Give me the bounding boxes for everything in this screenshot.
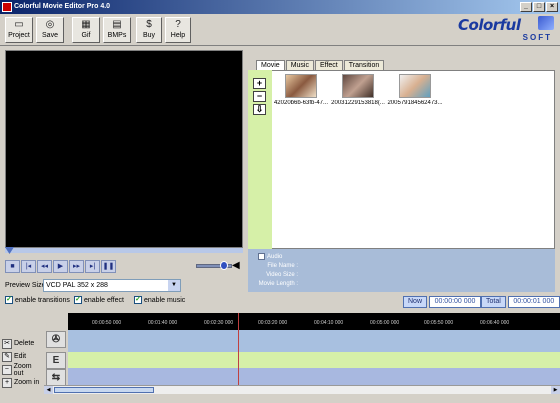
preview-size-label: Preview Size [5, 282, 46, 289]
total-value: 00:00:01 000 [507, 296, 560, 308]
close-button[interactable]: × [546, 2, 558, 12]
scroll-left-icon[interactable]: ◀ [44, 386, 53, 394]
playback-controls: ■ |◂ ◂◂ ▶ ▸▸ ▸| ❚❚ [5, 260, 116, 274]
zoom-in-button[interactable]: + Zoom in [2, 377, 39, 388]
scroll-right-icon[interactable]: ▶ [551, 386, 560, 394]
title-bar: Colorful Movie Editor Pro 4.0 _ □ × [0, 0, 560, 14]
next-button[interactable]: ▸| [85, 260, 100, 273]
audio-checkbox[interactable]: Audio [258, 253, 282, 260]
timeline-ruler[interactable]: 00:00:50 000 00:01:40 000 00:02:30 000 0… [68, 313, 560, 330]
logo-mark-icon [538, 16, 554, 30]
video-size-label: Video Size : [266, 272, 298, 278]
gif-icon: ▦ [81, 19, 91, 30]
preview-size-select[interactable]: VCD PAL 352 x 288 ▼ [43, 279, 181, 292]
help-icon: ? [175, 19, 181, 30]
project-icon: ▭ [14, 19, 24, 30]
project-button[interactable]: ▭ Project [5, 17, 33, 43]
volume-knob[interactable] [220, 261, 228, 270]
options-row: ✓ enable transitions ✓ enable effect ✓ e… [5, 296, 245, 308]
gif-button[interactable]: ▦ Gif [72, 17, 100, 43]
stop-button[interactable]: ■ [5, 260, 20, 273]
media-thumbnail [285, 74, 317, 98]
transition-track[interactable] [68, 368, 560, 385]
now-label: Now [403, 296, 428, 308]
media-tabs: Movie Music Effect Transition [256, 60, 385, 70]
zoom-out-button[interactable]: − Zoom out [2, 363, 42, 377]
now-time: Now 00:00:00 000 [403, 296, 482, 308]
timeline-actions: ✂ Delete ✎ Edit − Zoom out + Zoom in [0, 310, 42, 400]
scrollbar-thumb[interactable] [54, 387, 154, 393]
media-thumbnail [399, 74, 431, 98]
enable-transitions-checkbox[interactable]: ✓ enable transitions [5, 296, 70, 304]
checkmark-icon: ✓ [74, 296, 82, 304]
tab-transition[interactable]: Transition [343, 60, 385, 70]
zoom-in-icon: + [2, 377, 12, 388]
total-label: Total [481, 296, 506, 308]
zoom-out-icon: − [2, 364, 12, 375]
film-reel-icon: ✇ [46, 331, 66, 348]
media-info-panel: Audio File Name : Video Size : Movie Len… [248, 249, 555, 292]
timeline-scrollbar[interactable]: ◀ ▶ [44, 385, 560, 394]
previous-button[interactable]: |◂ [21, 260, 36, 273]
rewind-button[interactable]: ◂◂ [37, 260, 52, 273]
transition-track-icon: ⇆ [46, 369, 66, 386]
window-controls: _ □ × [520, 2, 558, 12]
playhead[interactable] [238, 313, 239, 385]
main-toolbar: ▭ Project ◎ Save ▦ Gif ▤ BMPs $ Buy ? He… [0, 14, 560, 46]
save-icon: ◎ [45, 19, 55, 30]
media-sidebar: + − ⇩ [248, 70, 272, 249]
total-time: Total 00:00:01 000 [481, 296, 560, 308]
movie-length-label: Movie Length : [258, 281, 298, 287]
effect-track-icon: E [46, 352, 66, 369]
minimize-button[interactable]: _ [520, 2, 532, 12]
checkmark-icon: ✓ [5, 296, 13, 304]
media-item[interactable]: 20031229153818(... [329, 74, 387, 106]
effect-track[interactable] [68, 352, 560, 368]
play-button[interactable]: ▶ [53, 260, 68, 273]
remove-media-button[interactable]: − [253, 91, 266, 102]
edit-button[interactable]: ✎ Edit [2, 351, 26, 362]
scissors-icon: ✂ [2, 338, 12, 349]
window-title: Colorful Movie Editor Pro 4.0 [14, 3, 111, 10]
checkmark-icon: ✓ [134, 296, 142, 304]
chevron-down-icon[interactable]: ▼ [168, 280, 180, 291]
help-button[interactable]: ? Help [165, 17, 191, 43]
dollar-icon: $ [146, 19, 152, 30]
media-item[interactable]: 42020b6b-63fb-47... [272, 74, 330, 106]
seek-bar[interactable] [5, 247, 243, 254]
tab-music[interactable]: Music [285, 60, 314, 70]
add-media-button[interactable]: + [253, 78, 266, 89]
bmps-button[interactable]: ▤ BMPs [103, 17, 131, 43]
save-button[interactable]: ◎ Save [36, 17, 64, 43]
bmps-icon: ▤ [112, 19, 122, 30]
add-to-timeline-button[interactable]: ⇩ [253, 104, 266, 115]
media-thumbnail [342, 74, 374, 98]
video-track[interactable] [68, 330, 560, 352]
enable-effect-checkbox[interactable]: ✓ enable effect [74, 296, 124, 304]
speaker-icon: ◀ [232, 260, 240, 271]
volume-slider[interactable] [196, 261, 232, 270]
enable-music-checkbox[interactable]: ✓ enable music [134, 296, 185, 304]
now-value: 00:00:00 000 [429, 296, 482, 308]
delete-button[interactable]: ✂ Delete [2, 338, 34, 349]
edit-icon: ✎ [2, 351, 12, 362]
seek-thumb[interactable] [5, 247, 14, 254]
tab-movie[interactable]: Movie [256, 60, 285, 70]
video-preview [5, 50, 243, 248]
fast-forward-button[interactable]: ▸▸ [69, 260, 84, 273]
maximize-button[interactable]: □ [533, 2, 545, 12]
file-name-label: File Name : [267, 263, 298, 269]
pause-button[interactable]: ❚❚ [101, 260, 116, 273]
media-item[interactable]: 200579184562473... [386, 74, 444, 106]
brand-logo: Colorful SOFT [458, 16, 554, 42]
tab-effect[interactable]: Effect [314, 60, 343, 70]
track-icons: ✇ E ⇆ [44, 313, 68, 391]
app-icon [2, 2, 12, 12]
buy-button[interactable]: $ Buy [136, 17, 162, 43]
